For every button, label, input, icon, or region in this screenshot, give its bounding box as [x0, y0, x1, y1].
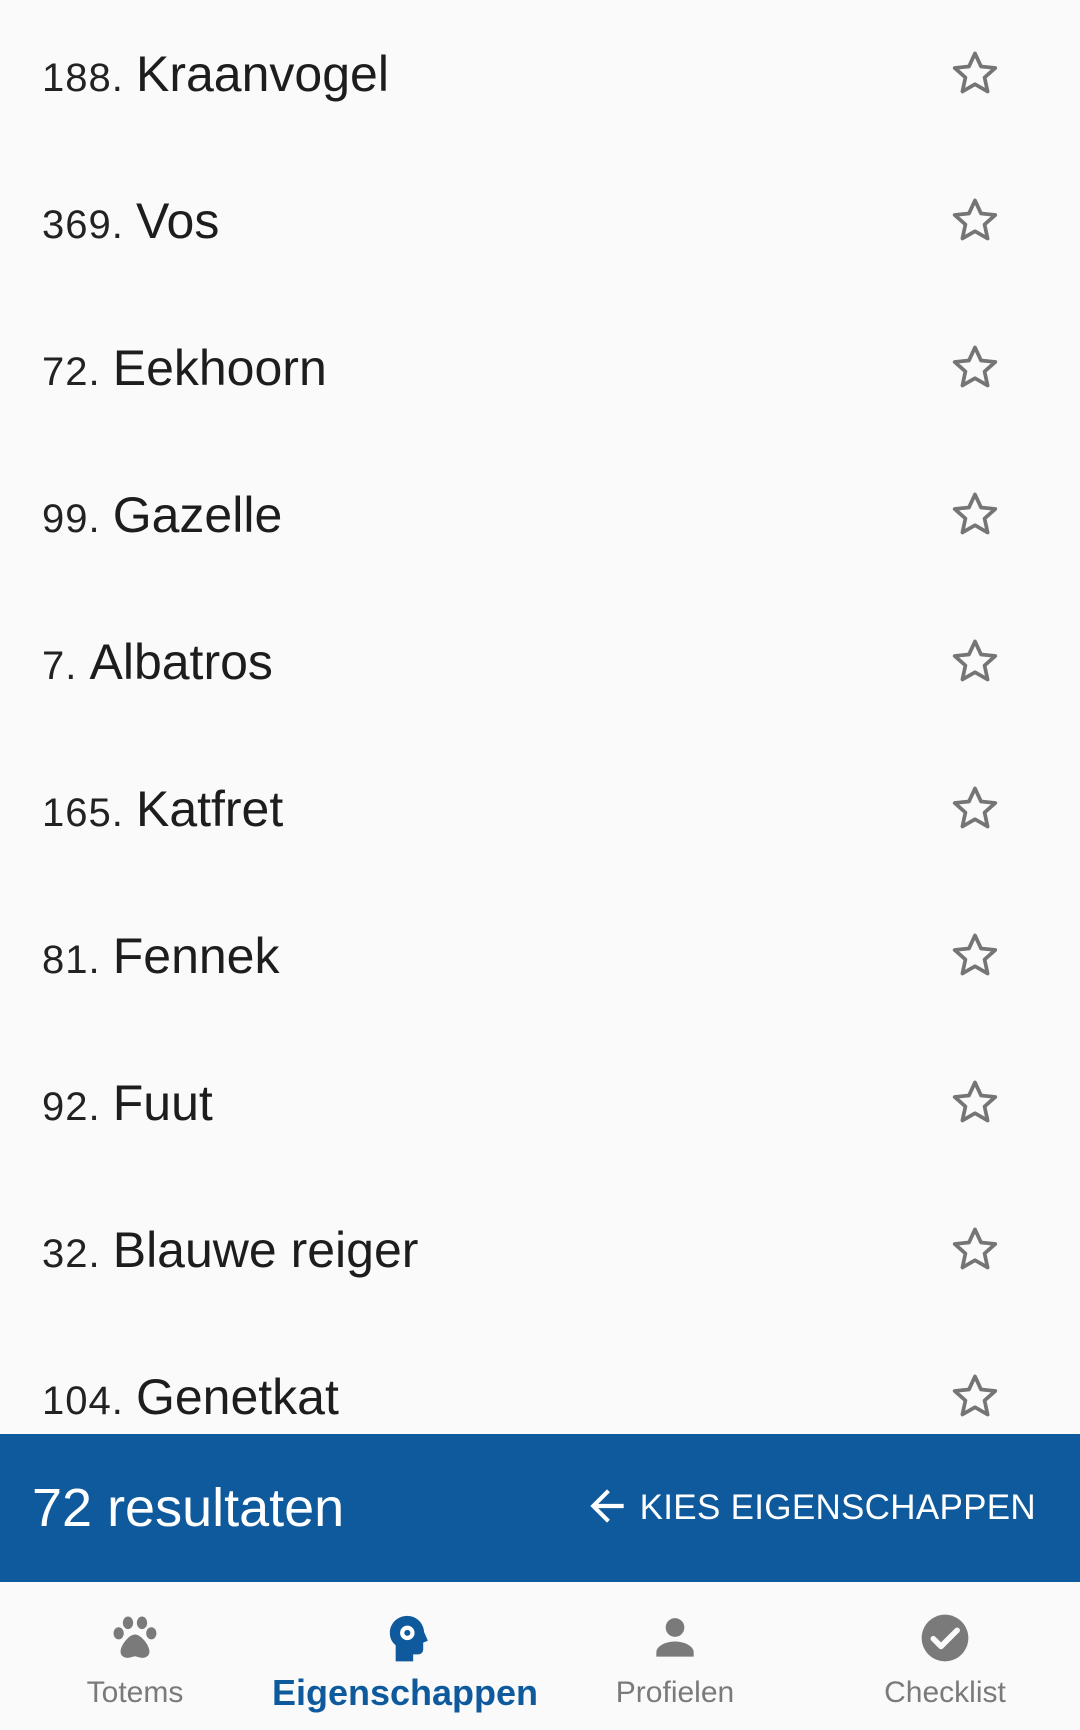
list-item[interactable]: 104. Genetkat [0, 1323, 1080, 1434]
arrow-left-icon [582, 1481, 632, 1536]
star-icon[interactable] [945, 632, 1005, 692]
list-item[interactable]: 369. Vos [0, 147, 1080, 294]
list-item[interactable]: 32. Blauwe reiger [0, 1176, 1080, 1323]
list-item[interactable]: 7. Albatros [0, 588, 1080, 735]
list-item-text: 92. Fuut [42, 1074, 213, 1132]
nav-label-totems: Totems [86, 1676, 184, 1709]
list-item-number: 165. [42, 790, 136, 835]
star-icon[interactable] [945, 191, 1005, 251]
nav-item-eigenschappen[interactable]: Eigenschappen [270, 1582, 540, 1730]
list-item[interactable]: 81. Fennek [0, 882, 1080, 1029]
list-item-name: Fuut [112, 1074, 213, 1131]
choose-properties-label: KIES EIGENSCHAPPEN [639, 1488, 1036, 1527]
paw-icon [105, 1608, 165, 1668]
star-icon[interactable] [945, 1073, 1005, 1133]
check-circle-icon [915, 1608, 975, 1668]
choose-properties-button[interactable]: KIES EIGENSCHAPPEN [582, 1434, 1036, 1582]
list-item-number: 81. [42, 937, 113, 982]
list-item-name: Vos [135, 192, 220, 249]
list-item-name: Gazelle [112, 486, 283, 543]
star-icon[interactable] [945, 779, 1005, 839]
list-item-text: 165. Katfret [42, 780, 283, 838]
nav-label-checklist: Checklist [884, 1676, 1006, 1709]
list-item-name: Katfret [135, 780, 284, 837]
results-count: 72 resultaten [32, 1478, 345, 1538]
list-item-number: 72. [42, 349, 113, 394]
list-item-text: 7. Albatros [42, 633, 273, 691]
list-item[interactable]: 92. Fuut [0, 1029, 1080, 1176]
star-icon[interactable] [945, 485, 1005, 545]
totem-results-list[interactable]: 188. Kraanvogel 369. Vos 72. Eekhoorn 99… [0, 0, 1080, 1434]
list-item[interactable]: 99. Gazelle [0, 441, 1080, 588]
nav-label-eigenschappen: Eigenschappen [271, 1672, 539, 1713]
list-item-number: 104. [42, 1378, 136, 1423]
nav-label-profielen: Profielen [615, 1676, 735, 1709]
list-item-text: 81. Fennek [42, 927, 280, 985]
list-item-name: Kraanvogel [135, 45, 389, 102]
star-icon[interactable] [945, 1367, 1005, 1427]
nav-item-profielen[interactable]: Profielen [540, 1582, 810, 1730]
results-bar: 72 resultaten KIES EIGENSCHAPPEN [0, 1434, 1080, 1582]
list-item[interactable]: 188. Kraanvogel [0, 0, 1080, 147]
nav-item-totems[interactable]: Totems [0, 1582, 270, 1730]
screen: 188. Kraanvogel 369. Vos 72. Eekhoorn 99… [0, 0, 1080, 1730]
star-icon[interactable] [945, 338, 1005, 398]
list-item-name: Albatros [89, 633, 273, 690]
star-icon[interactable] [945, 1220, 1005, 1280]
bottom-navigation: Totems Eigenschappen Profielen Checklist [0, 1582, 1080, 1730]
nav-item-checklist[interactable]: Checklist [810, 1582, 1080, 1730]
list-item[interactable]: 165. Katfret [0, 735, 1080, 882]
list-item-name: Eekhoorn [112, 339, 327, 396]
person-icon [645, 1608, 705, 1668]
list-item-text: 104. Genetkat [42, 1368, 339, 1426]
list-item-name: Fennek [112, 927, 280, 984]
list-item-number: 92. [42, 1084, 113, 1129]
list-item-name: Genetkat [135, 1368, 339, 1425]
list-item-text: 369. Vos [42, 192, 219, 250]
head-gear-icon [375, 1608, 435, 1668]
list-item-name: Blauwe reiger [112, 1221, 419, 1278]
list-item-number: 99. [42, 496, 113, 541]
list-item-text: 99. Gazelle [42, 486, 282, 544]
list-item-number: 7. [42, 643, 90, 688]
list-item[interactable]: 72. Eekhoorn [0, 294, 1080, 441]
list-item-number: 32. [42, 1231, 113, 1276]
list-item-text: 188. Kraanvogel [42, 45, 389, 103]
star-icon[interactable] [945, 44, 1005, 104]
list-item-text: 32. Blauwe reiger [42, 1221, 418, 1279]
star-icon[interactable] [945, 926, 1005, 986]
list-item-number: 369. [42, 202, 136, 247]
list-item-number: 188. [42, 55, 136, 100]
list-item-text: 72. Eekhoorn [42, 339, 327, 397]
